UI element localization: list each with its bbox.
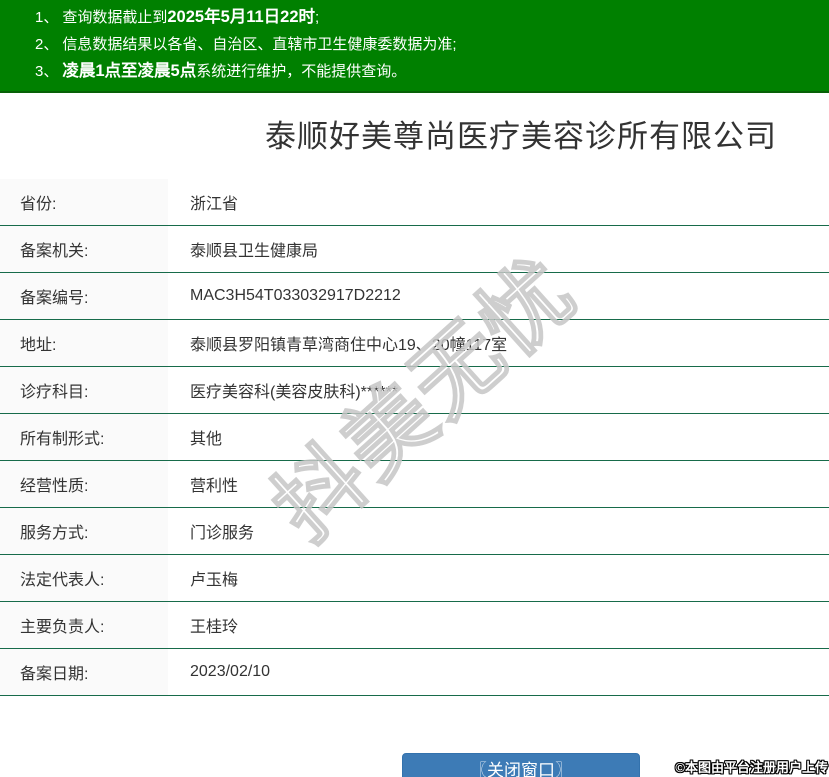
row-label: 备案日期:: [0, 649, 168, 695]
notice-text: 查询数据截止到: [62, 9, 168, 26]
notice-number: 1、: [35, 9, 59, 26]
table-row-province: 省份: 浙江省: [0, 179, 829, 226]
row-label: 备案编号:: [0, 273, 168, 319]
notice-line-1: 1、 查询数据截止到2025年5月11日22时;: [0, 4, 829, 31]
row-value: 王桂玲: [190, 619, 239, 636]
copyright-note: ©本图由平台注册用户上传: [675, 760, 828, 775]
table-row-medical-subjects: 诊疗科目: 医疗美容科(美容皮肤科)******: [0, 367, 829, 414]
notice-line-3: 3、 凌晨1点至凌晨5点系统进行维护，不能提供查询。: [0, 58, 829, 85]
row-label: 服务方式:: [0, 508, 168, 554]
row-label: 主要负责人:: [0, 602, 168, 648]
notice-text: 信息数据结果以各省、自治区、直辖市卫生健康委数据为准;: [62, 36, 457, 53]
close-window-button[interactable]: 〖关闭窗口〗: [402, 753, 640, 777]
row-label: 所有制形式:: [0, 414, 168, 460]
info-table: 省份: 浙江省 备案机关: 泰顺县卫生健康局 备案编号: MAC3H54T033…: [0, 179, 829, 696]
notice-text-bold: 2025年5月11日22时: [167, 8, 316, 26]
table-row-service-mode: 服务方式: 门诊服务: [0, 508, 829, 555]
row-label: 省份:: [0, 179, 168, 225]
table-row-filing-number: 备案编号: MAC3H54T033032917D2212: [0, 273, 829, 320]
table-row-business-nature: 经营性质: 营利性: [0, 461, 829, 508]
page-title: 泰顺好美尊尚医疗美容诊所有限公司: [265, 119, 777, 154]
row-label: 法定代表人:: [0, 555, 168, 601]
row-value: 浙江省: [190, 196, 239, 213]
row-value: 泰顺县罗阳镇青草湾商住中心19、20幢117室: [190, 337, 508, 354]
row-value: 卢玉梅: [190, 572, 239, 589]
row-label: 备案机关:: [0, 226, 168, 272]
page: 1、 查询数据截止到2025年5月11日22时; 2、 信息数据结果以各省、自治区、…: [0, 0, 829, 777]
notice-number: 3、: [35, 63, 59, 80]
row-value: 门诊服务: [190, 525, 255, 542]
row-value: 其他: [190, 431, 223, 448]
row-value: MAC3H54T033032917D2212: [190, 287, 401, 304]
table-row-filing-date: 备案日期: 2023/02/10: [0, 649, 829, 696]
row-value: 医疗美容科(美容皮肤科)******: [190, 384, 399, 401]
notice-number: 2、: [35, 36, 59, 53]
row-label: 诊疗科目:: [0, 367, 168, 413]
row-value: 2023/02/10: [190, 663, 271, 680]
table-row-legal-representative: 法定代表人: 卢玉梅: [0, 555, 829, 602]
table-row-ownership-form: 所有制形式: 其他: [0, 414, 829, 461]
table-row-filing-authority: 备案机关: 泰顺县卫生健康局: [0, 226, 829, 273]
row-label: 经营性质:: [0, 461, 168, 507]
notice-banner: 1、 查询数据截止到2025年5月11日22时; 2、 信息数据结果以各省、自治区、…: [0, 0, 829, 93]
table-row-main-person-in-charge: 主要负责人: 王桂玲: [0, 602, 829, 649]
row-value: 营利性: [190, 478, 239, 495]
table-row-address: 地址: 泰顺县罗阳镇青草湾商住中心19、20幢117室: [0, 320, 829, 367]
notice-text: ;: [315, 9, 320, 26]
row-value: 泰顺县卫生健康局: [190, 243, 319, 260]
content-area: 泰顺好美尊尚医疗美容诊所有限公司 省份: 浙江省 备案机关: 泰顺县卫生健康局 …: [0, 115, 829, 777]
notice-text-bold: 凌晨1点至凌晨5点: [62, 62, 197, 80]
notice-text: 系统进行维护，不能提供查询。: [196, 63, 407, 80]
row-label: 地址:: [0, 320, 168, 366]
notice-line-2: 2、 信息数据结果以各省、自治区、直辖市卫生健康委数据为准;: [0, 31, 829, 58]
